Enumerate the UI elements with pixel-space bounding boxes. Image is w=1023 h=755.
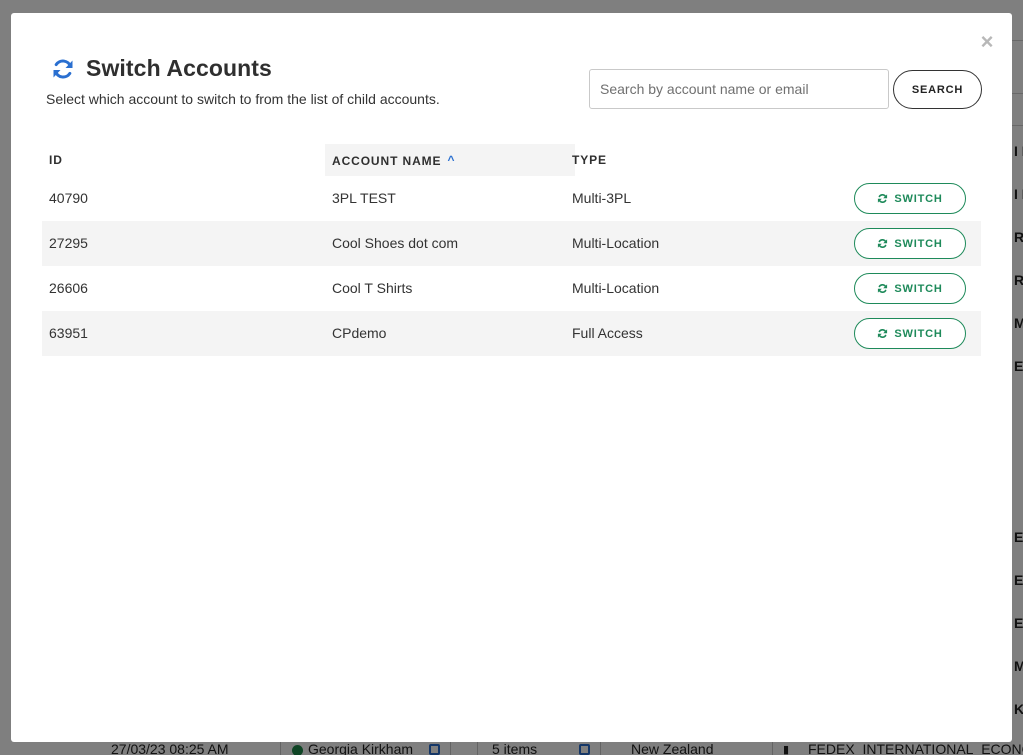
switch-button[interactable]: SWITCH: [854, 273, 966, 304]
table-row: 40790 3PL TEST Multi-3PL SWITCH: [42, 176, 981, 221]
switch-button-label: SWITCH: [894, 192, 943, 205]
column-header-account-name[interactable]: ACCOUNT NAME ^: [325, 144, 575, 176]
column-header-label: ACCOUNT NAME: [332, 154, 442, 168]
account-type: Multi-Location: [572, 235, 660, 251]
switch-accounts-modal: × Switch Accounts Select which account t…: [11, 13, 1012, 742]
account-name: Cool Shoes dot com: [332, 235, 459, 251]
column-header-label: ID: [49, 153, 63, 167]
switch-button[interactable]: SWITCH: [854, 228, 966, 259]
account-name: Cool T Shirts: [332, 280, 413, 296]
switch-button-label: SWITCH: [894, 282, 943, 295]
column-header-type[interactable]: TYPE: [572, 144, 772, 176]
account-id: 27295: [49, 235, 88, 251]
modal-header: Switch Accounts: [51, 55, 272, 82]
table-header: ID ACCOUNT NAME ^ TYPE: [42, 144, 981, 176]
switch-button[interactable]: SWITCH: [854, 183, 966, 214]
close-button[interactable]: ×: [977, 31, 997, 53]
account-name: 3PL TEST: [332, 190, 396, 206]
accounts-table: ID ACCOUNT NAME ^ TYPE 40790 3PL TEST Mul…: [42, 144, 981, 356]
sync-icon: [878, 284, 888, 293]
search-button[interactable]: SEARCH: [893, 70, 982, 109]
account-id: 63951: [49, 325, 88, 341]
account-type: Full Access: [572, 325, 643, 341]
account-name: CPdemo: [332, 325, 387, 341]
account-id: 40790: [49, 190, 88, 206]
sync-icon: [53, 59, 73, 78]
table-row: 63951 CPdemo Full Access SWITCH: [42, 311, 981, 356]
search-input[interactable]: [589, 69, 889, 109]
sync-icon: [878, 194, 888, 203]
account-id: 26606: [49, 280, 88, 296]
column-header-id[interactable]: ID: [49, 144, 319, 176]
modal-title: Switch Accounts: [86, 55, 272, 81]
sort-ascending-icon: ^: [447, 153, 456, 167]
table-row: 27295 Cool Shoes dot com Multi-Location …: [42, 221, 981, 266]
account-type: Multi-Location: [572, 280, 660, 296]
modal-subtitle: Select which account to switch to from t…: [46, 91, 440, 107]
sync-icon: [878, 239, 888, 248]
switch-button[interactable]: SWITCH: [854, 318, 966, 349]
sync-icon: [878, 329, 888, 338]
switch-button-label: SWITCH: [894, 237, 943, 250]
table-row: 26606 Cool T Shirts Multi-Location SWITC…: [42, 266, 981, 311]
switch-button-label: SWITCH: [894, 327, 943, 340]
account-type: Multi-3PL: [572, 190, 632, 206]
column-header-label: TYPE: [572, 153, 607, 167]
